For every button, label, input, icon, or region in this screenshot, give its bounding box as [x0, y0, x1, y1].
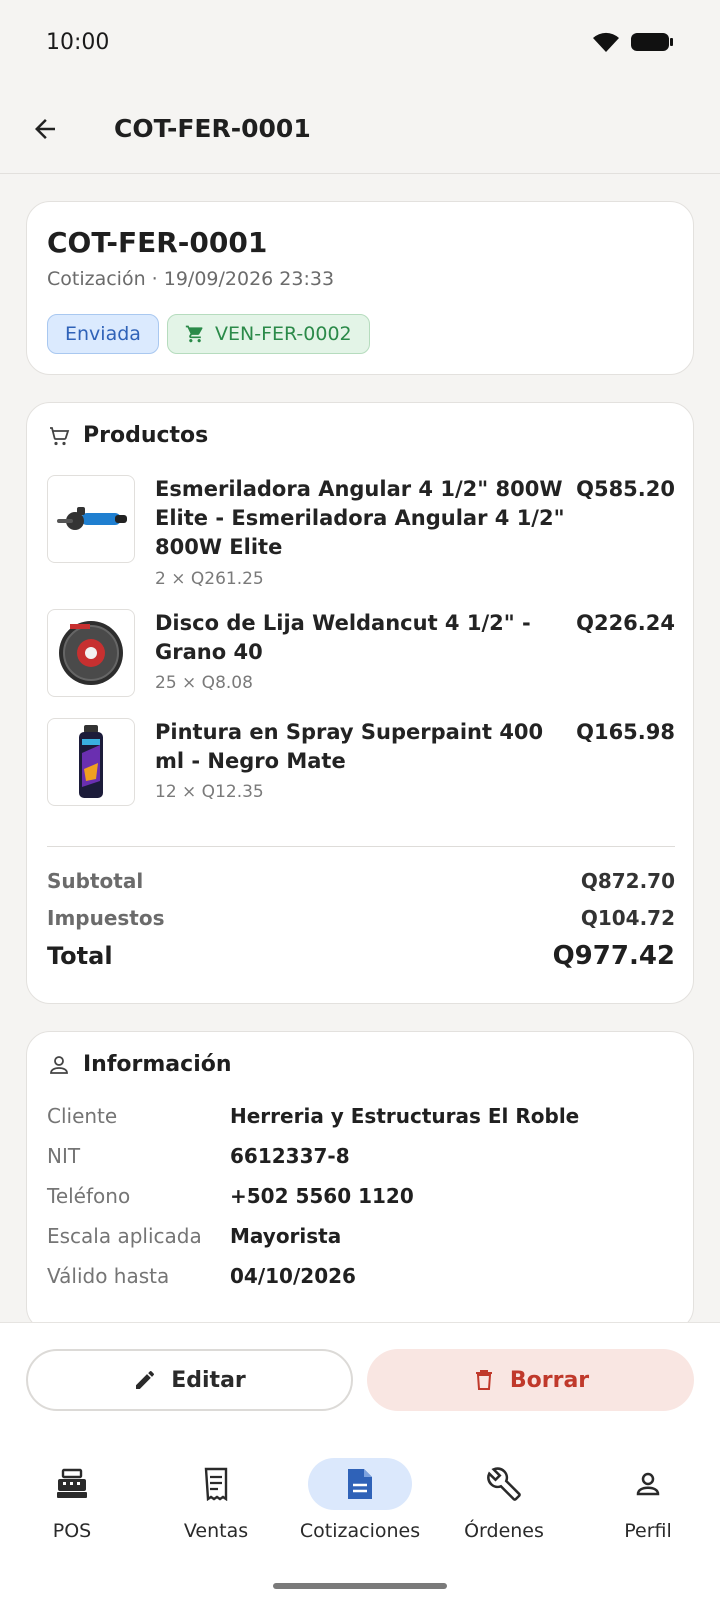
- quote-header-card: COT-FER-0001 Cotización · 19/09/2026 23:…: [26, 201, 694, 375]
- cart-outline-icon: [50, 426, 70, 445]
- status-time: 10:00: [46, 29, 110, 55]
- product-name: Pintura en Spray Superpaint 400 ml - Neg…: [155, 720, 544, 773]
- product-image-grinder: [47, 475, 135, 563]
- info-row-nit: NIT 6612337-8: [47, 1144, 675, 1168]
- info-label: Cliente: [47, 1104, 118, 1128]
- total-label: Total: [47, 942, 113, 970]
- status-badge-label: Enviada: [65, 323, 141, 345]
- list-item[interactable]: Pintura en Spray Superpaint 400 ml - Neg…: [47, 718, 675, 808]
- status-icons: [592, 31, 674, 53]
- info-value: Herreria y Estructuras El Roble: [230, 1104, 580, 1128]
- wrench-icon: [487, 1467, 521, 1501]
- nav-label: Cotizaciones: [299, 1520, 421, 1542]
- info-value: Mayorista: [230, 1224, 342, 1248]
- quote-number: COT-FER-0001: [47, 226, 268, 259]
- arrow-back-icon: [35, 118, 55, 139]
- info-label: Escala aplicada: [47, 1224, 202, 1248]
- product-total: Q226.24: [576, 611, 675, 635]
- product-name: Esmeriladora Angular 4 1/2" 800W Elite -…: [155, 477, 565, 559]
- product-image-disc: [47, 609, 135, 697]
- action-bar: Editar Borrar: [0, 1322, 720, 1414]
- status-badge: Enviada: [47, 314, 159, 354]
- nav-label: Ventas: [183, 1520, 249, 1542]
- divider: [47, 846, 675, 847]
- info-row-valido: Válido hasta 04/10/2026: [47, 1264, 675, 1288]
- home-indicator: [273, 1583, 447, 1589]
- product-qty: 25 × Q8.08: [155, 673, 253, 693]
- page-title: COT-FER-0001: [114, 114, 311, 143]
- cart-icon: [185, 325, 203, 343]
- receipt-icon: [204, 1467, 228, 1501]
- bottom-nav: POS Ventas Cotizaciones Órdenes Perfil: [0, 1414, 720, 1603]
- products-card: Productos Esmeriladora Angular 4 1/2" 80…: [26, 402, 694, 1004]
- subtotal-row: Subtotal Q872.70: [47, 869, 675, 893]
- sale-ref-chip[interactable]: VEN-FER-0002: [167, 314, 370, 354]
- product-qty: 12 × Q12.35: [155, 782, 264, 802]
- trash-icon: [475, 1370, 492, 1390]
- delete-button[interactable]: Borrar: [367, 1349, 694, 1411]
- nav-item-cotizaciones[interactable]: Cotizaciones: [288, 1458, 432, 1542]
- tax-row: Impuestos Q104.72: [47, 906, 675, 930]
- info-label: NIT: [47, 1144, 81, 1168]
- products-section-title: Productos: [47, 423, 208, 448]
- app-bar: COT-FER-0001: [0, 84, 720, 174]
- subtotal-label: Subtotal: [47, 869, 144, 893]
- product-name: Disco de Lija Weldancut 4 1/2" - Grano 4…: [155, 611, 531, 664]
- nav-item-pos[interactable]: POS: [0, 1458, 144, 1542]
- nav-item-ventas[interactable]: Ventas: [144, 1458, 288, 1542]
- tax-label: Impuestos: [47, 906, 165, 930]
- pencil-icon: [136, 1371, 155, 1389]
- nav-label: POS: [52, 1520, 92, 1542]
- info-value: +502 5560 1120: [230, 1184, 414, 1208]
- cash-register-icon: [57, 1468, 87, 1498]
- person-outline-icon: [50, 1055, 68, 1074]
- info-row-cliente: Cliente Herreria y Estructuras El Roble: [47, 1104, 675, 1128]
- tax-value: Q104.72: [580, 906, 675, 930]
- info-section-title: Información: [47, 1052, 232, 1077]
- product-total: Q585.20: [576, 477, 675, 501]
- list-item[interactable]: Disco de Lija Weldancut 4 1/2" - Grano 4…: [47, 609, 675, 699]
- info-label: Teléfono: [47, 1184, 131, 1208]
- nav-item-ordenes[interactable]: Órdenes: [432, 1458, 576, 1542]
- back-button[interactable]: [22, 106, 68, 152]
- info-row-escala: Escala aplicada Mayorista: [47, 1224, 675, 1248]
- sale-ref-label: VEN-FER-0002: [215, 323, 352, 345]
- info-card: Información Cliente Herreria y Estructur…: [26, 1031, 694, 1331]
- delete-button-label: Borrar: [509, 1367, 590, 1393]
- product-qty: 2 × Q261.25: [155, 569, 264, 589]
- nav-label: Perfil: [624, 1520, 672, 1542]
- nav-item-perfil[interactable]: Perfil: [576, 1458, 720, 1542]
- info-label: Válido hasta: [47, 1264, 170, 1288]
- edit-button[interactable]: Editar: [26, 1349, 353, 1411]
- quote-subtitle: Cotización · 19/09/2026 23:33: [47, 268, 335, 290]
- battery-icon: [631, 33, 673, 51]
- info-value: 6612337-8: [230, 1144, 350, 1168]
- info-row-telefono: Teléfono +502 5560 1120: [47, 1184, 675, 1208]
- total-value: Q977.42: [552, 941, 675, 971]
- nav-label: Órdenes: [464, 1520, 544, 1542]
- status-bar: 10:00: [0, 0, 720, 84]
- product-image-spray: [47, 718, 135, 806]
- edit-button-label: Editar: [171, 1367, 246, 1393]
- wifi-icon: [593, 32, 619, 52]
- products-title: Productos: [83, 423, 209, 448]
- list-item[interactable]: Esmeriladora Angular 4 1/2" 800W Elite -…: [47, 475, 675, 590]
- product-total: Q165.98: [576, 720, 675, 744]
- person-icon: [636, 1472, 660, 1496]
- info-value: 04/10/2026: [230, 1264, 356, 1288]
- total-row: Total Q977.42: [47, 941, 675, 971]
- subtotal-value: Q872.70: [580, 869, 675, 893]
- document-icon: [348, 1469, 372, 1499]
- info-title: Información: [83, 1052, 232, 1077]
